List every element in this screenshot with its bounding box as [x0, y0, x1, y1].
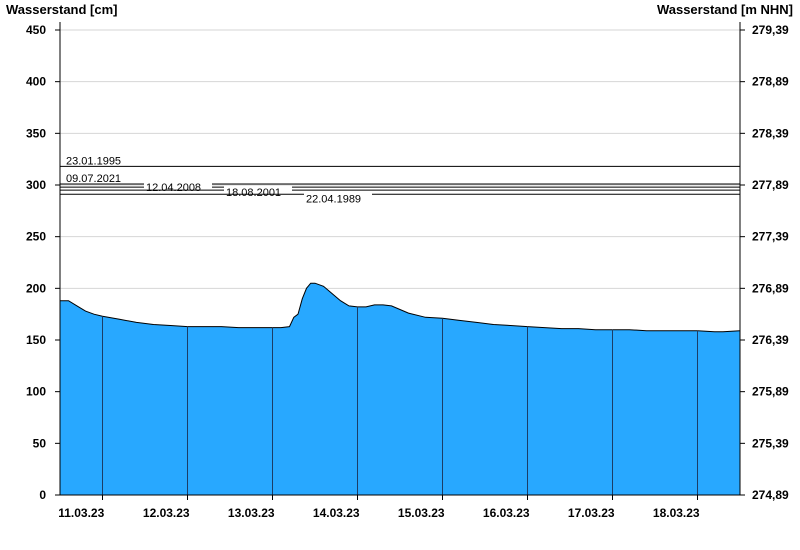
x-tick-label-12.03.23: 12.03.23	[143, 506, 190, 520]
left-tick-label-150: 150	[26, 333, 46, 347]
left-tick-label-300: 300	[26, 178, 46, 192]
left-tick-label-350: 350	[26, 126, 46, 140]
right-tick-label-4: 276,89	[752, 281, 789, 295]
right-axis-title: Wasserstand [m NHN]	[657, 2, 793, 17]
left-tick-label-200: 200	[26, 281, 46, 295]
right-tick-label-9: 279,39	[752, 23, 789, 37]
historic-level-label-18.08.2001: 18.08.2001	[226, 187, 281, 199]
historic-level-label-23.01.1995: 23.01.1995	[66, 155, 121, 167]
right-tick-label-2: 275,89	[752, 385, 789, 399]
right-tick-label-1: 275,39	[752, 436, 789, 450]
water-level-chart: 23.01.1995 09.07.2021 12.04.2008 18.08.2001…	[0, 0, 800, 550]
left-tick-label-50: 50	[33, 436, 47, 450]
x-tick-label-17.03.23: 17.03.23	[568, 506, 615, 520]
right-tick-label-0: 274,89	[752, 488, 789, 502]
x-tick-label-13.03.23: 13.03.23	[228, 506, 275, 520]
left-axis-title: Wasserstand [cm]	[6, 2, 118, 17]
historic-level-label-12.04.2008: 12.04.2008	[146, 182, 201, 194]
x-tick-label-18.03.23: 18.03.23	[653, 506, 700, 520]
x-tick-label-11.03.23: 11.03.23	[58, 506, 104, 520]
left-tick-label-100: 100	[26, 385, 46, 399]
x-tick-label-14.03.23: 14.03.23	[313, 506, 360, 520]
left-tick-label-400: 400	[26, 75, 46, 89]
historic-level-label-22.04.1989: 22.04.1989	[306, 193, 361, 205]
right-tick-label-7: 278,39	[752, 126, 789, 140]
left-tick-label-0: 0	[39, 488, 46, 502]
x-tick-label-15.03.23: 15.03.23	[398, 506, 445, 520]
right-tick-label-5: 277,39	[752, 230, 789, 244]
left-tick-label-450: 450	[26, 23, 46, 37]
x-tick-label-16.03.23: 16.03.23	[483, 506, 530, 520]
right-tick-label-3: 276,39	[752, 333, 789, 347]
right-tick-label-8: 278,89	[752, 75, 789, 89]
historic-level-label-09.07.2021: 09.07.2021	[66, 173, 121, 185]
left-tick-label-250: 250	[26, 230, 46, 244]
right-tick-label-6: 277,89	[752, 178, 789, 192]
